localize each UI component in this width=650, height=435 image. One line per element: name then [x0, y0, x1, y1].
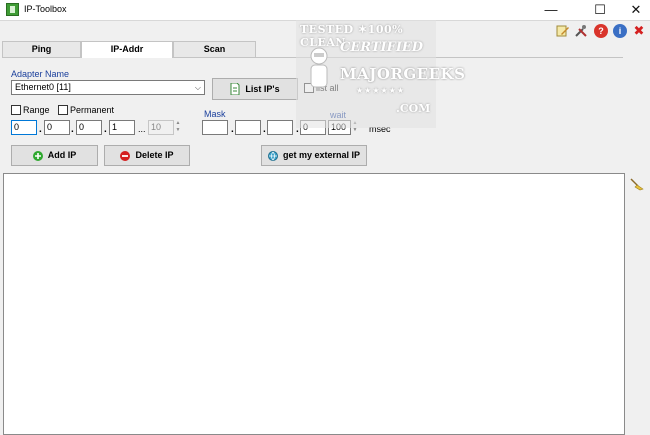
tab-ping[interactable]: Ping	[2, 41, 81, 57]
delete-ip-label: Delete IP	[135, 150, 174, 160]
range-checkbox[interactable]	[11, 105, 21, 115]
list-ips-label: List IP's	[245, 84, 280, 94]
add-ip-button[interactable]: Add IP	[11, 145, 98, 166]
adapter-select[interactable]: Ethernet0 [11] ⌵	[11, 80, 205, 95]
close-button[interactable]: ✕	[617, 0, 650, 20]
range-ellipsis: ...	[138, 124, 146, 134]
ip-octet-3[interactable]: 0	[76, 120, 102, 135]
log-sidebar	[626, 173, 650, 435]
range-label: Range	[23, 105, 50, 115]
adapter-label: Adapter Name	[11, 69, 70, 79]
mask-dot: .	[231, 124, 234, 135]
add-icon	[32, 150, 43, 161]
window-title: IP-Toolbox	[24, 4, 67, 14]
delete-icon	[120, 150, 131, 161]
ip-addr-panel: Adapter Name Ethernet0 [11] ⌵ List IP's …	[2, 57, 623, 170]
maximize-button[interactable]: ☐	[581, 0, 619, 20]
tab-scan[interactable]: Scan	[173, 41, 256, 57]
chevron-up-icon[interactable]: ▲	[174, 120, 182, 127]
chevron-down-icon[interactable]: ▼	[174, 127, 182, 134]
ip-octet-4[interactable]: 1	[109, 120, 135, 135]
permanent-label: Permanent	[70, 105, 115, 115]
list-ips-button[interactable]: List IP's	[212, 78, 298, 100]
mask-octet-2[interactable]	[235, 120, 261, 135]
external-ip-label: get my external IP	[282, 150, 361, 160]
ip-dot: .	[104, 124, 107, 135]
range-end-stepper[interactable]: ▲ ▼	[174, 120, 182, 135]
ip-dot: .	[71, 124, 74, 135]
minimize-button[interactable]: —	[532, 0, 570, 20]
clear-log-icon[interactable]	[629, 177, 645, 193]
mask-dot: .	[296, 124, 299, 135]
mask-dot: .	[263, 124, 266, 135]
help-icon[interactable]: ?	[594, 24, 608, 38]
settings-icon[interactable]	[574, 24, 588, 38]
ip-dot: .	[39, 124, 42, 135]
wait-label: wait	[330, 110, 347, 120]
wait-stepper[interactable]: ▲ ▼	[351, 120, 359, 135]
mask-label: Mask	[204, 109, 226, 119]
range-end-field[interactable]: 10	[148, 120, 174, 135]
info-icon[interactable]: i	[613, 24, 627, 38]
chevron-down-icon[interactable]: ▼	[351, 127, 359, 134]
list-all-checkbox[interactable]	[304, 83, 314, 93]
toolbar: ? i ✖	[0, 20, 650, 40]
watermark-line-2: CERTIFIED	[340, 40, 424, 55]
external-ip-button[interactable]: get my external IP	[261, 145, 367, 166]
adapter-value: Ethernet0 [11]	[15, 82, 71, 92]
mask-octet-1[interactable]	[202, 120, 228, 135]
permanent-checkbox[interactable]	[58, 105, 68, 115]
list-all-label: list all	[316, 83, 339, 93]
ip-octet-1[interactable]: 0	[11, 120, 37, 135]
chevron-down-icon: ⌵	[194, 83, 201, 92]
ip-octet-2[interactable]: 0	[44, 120, 70, 135]
exit-icon[interactable]: ✖	[632, 24, 646, 38]
tab-ip-addr[interactable]: IP-Addr	[81, 41, 173, 58]
title-bar: IP-Toolbox — ☐ ✕	[0, 0, 650, 20]
mask-octet-4[interactable]: 0	[300, 120, 326, 135]
app-icon	[6, 3, 19, 16]
output-log[interactable]	[3, 173, 625, 435]
delete-ip-button[interactable]: Delete IP	[104, 145, 190, 166]
add-ip-label: Add IP	[47, 150, 77, 160]
globe-icon	[267, 150, 278, 161]
document-icon	[230, 83, 240, 95]
chevron-up-icon[interactable]: ▲	[351, 120, 359, 127]
wait-field[interactable]: 100	[328, 120, 351, 135]
edit-icon[interactable]	[556, 24, 570, 38]
wait-unit: msec	[369, 124, 391, 134]
mask-octet-3[interactable]	[267, 120, 293, 135]
